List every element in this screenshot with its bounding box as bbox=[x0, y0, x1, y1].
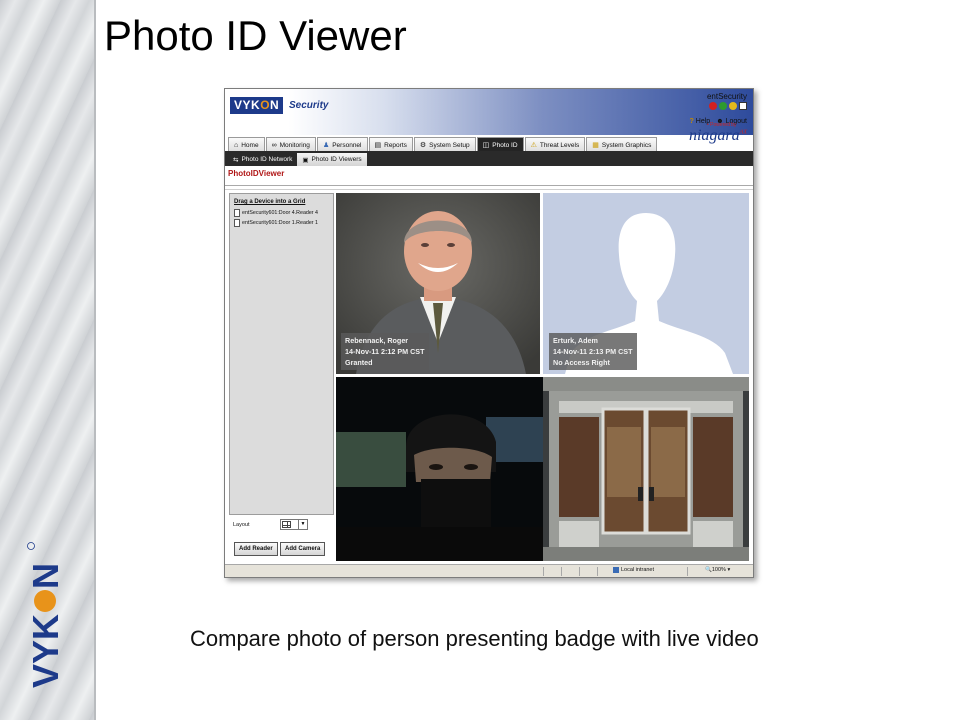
help-icon: ? bbox=[689, 118, 694, 125]
slide-caption: Compare photo of person presenting badge… bbox=[190, 626, 759, 651]
tab-home[interactable]: ⌂ Home bbox=[228, 137, 265, 152]
layout-label: Layout bbox=[233, 522, 250, 528]
photo-info-overlay: Erturk, Adem 14-Nov-11 2:13 PM CST No Ac… bbox=[549, 333, 637, 370]
zoom-level[interactable]: 🔍100% ▾ bbox=[705, 567, 730, 573]
add-reader-button[interactable]: Add Reader bbox=[234, 542, 278, 556]
divider bbox=[561, 567, 562, 576]
divider bbox=[225, 189, 753, 190]
tab-reports[interactable]: ▤ Reports bbox=[368, 137, 413, 152]
network-icon: ⇆ bbox=[233, 156, 239, 164]
id-card-icon: ◫ bbox=[482, 142, 490, 149]
viewer-icon: ▣ bbox=[302, 156, 309, 164]
alarm-yellow-icon[interactable] bbox=[729, 102, 737, 110]
live-video-frame bbox=[336, 377, 543, 561]
add-camera-button[interactable]: Add Camera bbox=[280, 542, 326, 556]
slide-title: Photo ID Viewer bbox=[104, 12, 407, 59]
grid-cell-camera-1[interactable] bbox=[336, 377, 543, 561]
app-screenshot: VYKON Security entSecurity ? Help ☻ Logout… bbox=[224, 88, 754, 578]
alarm-green-icon[interactable] bbox=[719, 102, 727, 110]
vykon-logo: VYK N bbox=[25, 542, 66, 688]
security-zone: Local intranet bbox=[613, 567, 654, 573]
door-camera-frame bbox=[543, 377, 749, 561]
svg-text:N: N bbox=[25, 563, 66, 589]
tab-system-setup[interactable]: ⚙ System Setup bbox=[413, 137, 476, 152]
subtab-photo-id-network[interactable]: ⇆ Photo ID Network bbox=[228, 153, 297, 166]
reader-icon bbox=[234, 209, 240, 217]
niagara-logo: • Powered by niagaraAX bbox=[688, 122, 747, 144]
folder-icon: ▦ bbox=[592, 142, 599, 149]
grid-cell-camera-2[interactable] bbox=[543, 377, 749, 561]
page-title: PhotoIDViewer bbox=[228, 169, 285, 178]
grid-layout-icon bbox=[282, 521, 291, 528]
access-time: 14-Nov-11 2:13 PM CST bbox=[553, 347, 633, 356]
chevron-down-icon[interactable]: ▼ bbox=[298, 520, 307, 529]
zoom-icon: 🔍 bbox=[705, 567, 712, 573]
sub-tabs: ⇆ Photo ID Network ▣ Photo ID Viewers bbox=[225, 151, 753, 166]
tab-monitoring[interactable]: ∞ Monitoring bbox=[265, 137, 316, 152]
reader-icon bbox=[234, 219, 240, 227]
access-time: 14-Nov-11 2:12 PM CST bbox=[345, 347, 425, 356]
app-logo-subtitle: Security bbox=[289, 100, 329, 111]
photo-info-overlay: Rebennack, Roger 14-Nov-11 2:12 PM CST G… bbox=[341, 333, 429, 370]
vykon-app-logo: VYKON bbox=[230, 97, 284, 114]
alarm-red-icon[interactable] bbox=[709, 102, 717, 110]
divider bbox=[597, 567, 598, 576]
home-icon: ⌂ bbox=[234, 141, 239, 149]
alarm-status-icons[interactable] bbox=[709, 102, 747, 110]
grid-icon[interactable] bbox=[739, 102, 747, 110]
divider bbox=[543, 567, 544, 576]
divider bbox=[225, 185, 753, 186]
person-name: Rebennack, Roger bbox=[345, 336, 409, 345]
divider bbox=[687, 567, 688, 576]
grid-cell-photo-2[interactable]: Erturk, Adem 14-Nov-11 2:13 PM CST No Ac… bbox=[543, 193, 749, 374]
tab-system-graphics[interactable]: ▦ System Graphics bbox=[586, 137, 658, 152]
app-header: VYKON Security entSecurity ? Help ☻ Logout bbox=[225, 89, 753, 135]
tab-threat-levels[interactable]: ⚠ Threat Levels bbox=[524, 137, 586, 152]
glasses-icon: ∞ bbox=[271, 141, 277, 149]
product-name: entSecurity bbox=[706, 92, 747, 101]
warning-icon: ⚠ bbox=[530, 142, 537, 149]
tab-photo-id[interactable]: ◫ Photo ID bbox=[476, 137, 524, 152]
access-status: Granted bbox=[345, 358, 373, 367]
device-item[interactable]: entSecurity601:Door 1.Reader 1 bbox=[234, 219, 318, 227]
access-status: No Access Right bbox=[553, 358, 610, 367]
device-panel: Drag a Device into a Grid entSecurity601… bbox=[229, 193, 334, 515]
subtab-photo-id-viewers[interactable]: ▣ Photo ID Viewers bbox=[297, 153, 367, 166]
browser-statusbar: Local intranet 🔍100% ▾ bbox=[225, 564, 753, 577]
grid-cell-photo-1[interactable]: Rebennack, Roger 14-Nov-11 2:12 PM CST G… bbox=[336, 193, 540, 374]
svg-text:VYK: VYK bbox=[25, 614, 66, 688]
device-panel-title: Drag a Device into a Grid bbox=[234, 199, 306, 205]
person-name: Erturk, Adem bbox=[553, 336, 598, 345]
report-icon: ▤ bbox=[374, 142, 382, 149]
intranet-icon bbox=[613, 567, 619, 573]
main-tabs: ⌂ Home ∞ Monitoring ♟ Personnel ▤ Reports ⚙ S… bbox=[225, 135, 658, 152]
tab-personnel[interactable]: ♟ Personnel bbox=[316, 137, 368, 152]
layout-select[interactable]: ▼ bbox=[280, 519, 308, 530]
device-item[interactable]: entSecurity601:Door 4.Reader 4 bbox=[234, 209, 318, 217]
people-icon: ♟ bbox=[322, 142, 330, 149]
wrench-icon: ⚙ bbox=[419, 142, 427, 149]
divider bbox=[579, 567, 580, 576]
